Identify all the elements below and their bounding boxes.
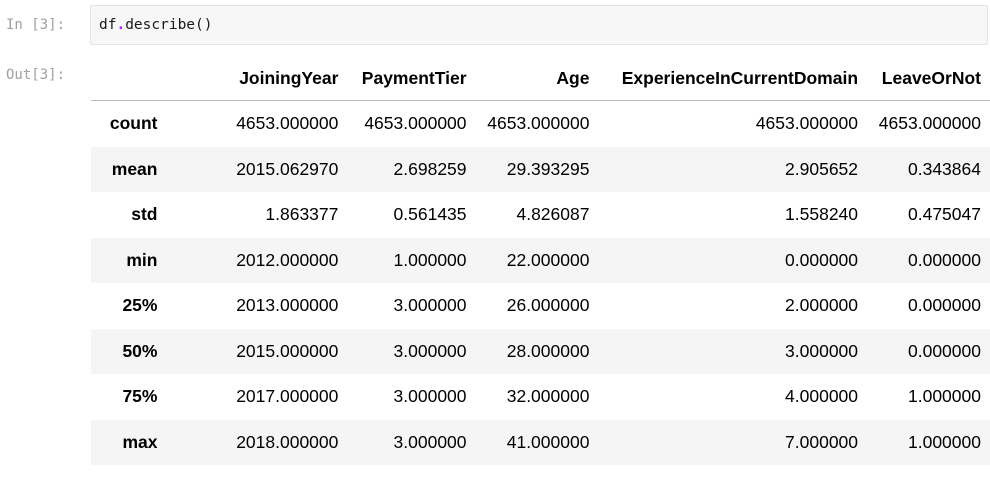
table-cell: 2015.062970 bbox=[236, 158, 339, 179]
table-cell: 2012.000000 bbox=[236, 249, 339, 270]
table-cell: 3.000000 bbox=[393, 431, 467, 452]
table-cell: 4653.000000 bbox=[878, 113, 981, 134]
row-index-label: count bbox=[109, 113, 158, 134]
table-row: mean 2015.062970 2.698259 29.393295 2.905652… bbox=[91, 146, 990, 192]
table-cell: 41.000000 bbox=[506, 431, 590, 452]
column-header: LeaveOrNot bbox=[858, 56, 990, 101]
table-row: 50% 2015.000000 3.000000 28.000000 3.000000 0… bbox=[91, 328, 990, 374]
table-cell: 22.000000 bbox=[506, 249, 590, 270]
dataframe-output-table: JoiningYear PaymentTier Age ExperienceIn… bbox=[91, 56, 990, 465]
table-cell: 4653.000000 bbox=[755, 113, 859, 134]
code-cell-editor[interactable]: df.describe() bbox=[90, 5, 988, 45]
table-cell: 0.561435 bbox=[393, 204, 467, 225]
table-cell: 1.000000 bbox=[393, 249, 467, 270]
table-cell: 26.000000 bbox=[506, 295, 590, 316]
table-cell: 2.000000 bbox=[785, 295, 859, 316]
table-cell: 4.000000 bbox=[785, 386, 859, 407]
table-row: count 4653.000000 4653.000000 4653.000000 46… bbox=[91, 101, 990, 147]
table-cell: 28.000000 bbox=[506, 340, 590, 361]
table-cell: 0.343864 bbox=[908, 158, 981, 179]
table-cell: 7.000000 bbox=[785, 431, 859, 452]
column-header: JoiningYear bbox=[167, 56, 339, 101]
table-cell: 1.000000 bbox=[908, 431, 981, 452]
table-cell: 1.000000 bbox=[908, 386, 981, 407]
row-index-label: 75% bbox=[122, 386, 158, 407]
table-cell: 2018.000000 bbox=[236, 431, 339, 452]
table-cell: 0.000000 bbox=[908, 340, 981, 361]
table-header-row: JoiningYear PaymentTier Age ExperienceIn… bbox=[91, 56, 990, 101]
table-cell: 0.475047 bbox=[908, 204, 981, 225]
row-index-label: min bbox=[126, 249, 158, 270]
table-cell: 3.000000 bbox=[393, 386, 467, 407]
table-row: 25% 2013.000000 3.000000 26.000000 2.000000 0… bbox=[91, 283, 990, 329]
table-cell: 0.000000 bbox=[908, 249, 981, 270]
row-index-label: std bbox=[131, 204, 158, 225]
table-cell: 32.000000 bbox=[506, 386, 590, 407]
row-index-label: max bbox=[122, 431, 158, 452]
table-row: std 1.863377 0.561435 4.826087 1.558240 0.475… bbox=[91, 192, 990, 238]
column-header: ExperienceInCurrentDomain bbox=[589, 56, 859, 101]
row-index-label: 50% bbox=[122, 340, 158, 361]
table-cell: 0.000000 bbox=[785, 249, 859, 270]
row-index-label: mean bbox=[111, 158, 158, 179]
table-cell: 2013.000000 bbox=[236, 295, 339, 316]
code-method: describe bbox=[125, 17, 196, 33]
row-index-label: 25% bbox=[122, 295, 158, 316]
table-body: count 4653.000000 4653.000000 4653.000000 46… bbox=[91, 101, 990, 465]
table-cell: 1.558240 bbox=[785, 204, 859, 225]
table-row: min 2012.000000 1.000000 22.000000 0.000000 0… bbox=[91, 237, 990, 283]
column-header: PaymentTier bbox=[338, 56, 467, 101]
code-parens: () bbox=[195, 17, 213, 33]
table-cell: 0.000000 bbox=[908, 295, 981, 316]
notebook: In [3]: df.describe() Out[3]: JoiningYea… bbox=[0, 0, 990, 478]
table-cell: 4653.000000 bbox=[236, 113, 339, 134]
column-header: Age bbox=[466, 56, 590, 101]
table-cell: 29.393295 bbox=[506, 158, 590, 179]
table-row: 75% 2017.000000 3.000000 32.000000 4.000000 1… bbox=[91, 374, 990, 420]
table-cell: 3.000000 bbox=[393, 295, 467, 316]
index-header bbox=[91, 56, 168, 101]
table-cell: 2015.000000 bbox=[236, 340, 339, 361]
output-prompt: Out[3]: bbox=[6, 67, 66, 83]
table-cell: 3.000000 bbox=[393, 340, 467, 361]
table-cell: 3.000000 bbox=[785, 340, 859, 361]
table-cell: 4653.000000 bbox=[487, 113, 590, 134]
code-object: df bbox=[99, 17, 117, 33]
input-prompt: In [3]: bbox=[6, 17, 66, 33]
table-cell: 4653.000000 bbox=[364, 113, 467, 134]
table-row: max 2018.000000 3.000000 41.000000 7.000000 1… bbox=[91, 419, 990, 465]
table-cell: 1.863377 bbox=[265, 204, 339, 225]
table-cell: 2017.000000 bbox=[236, 386, 339, 407]
table-cell: 2.698259 bbox=[393, 158, 467, 179]
table-cell: 4.826087 bbox=[516, 204, 590, 225]
table-cell: 2.905652 bbox=[785, 158, 859, 179]
code-dot-operator: . bbox=[116, 17, 126, 33]
